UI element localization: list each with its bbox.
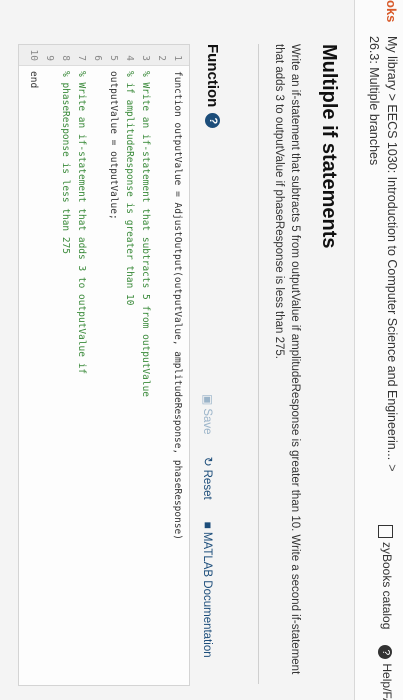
reset-button[interactable]: ↻ Reset [201,457,215,500]
chevron-right-icon[interactable]: > [385,464,399,471]
code-line[interactable]: 6 [89,45,103,685]
brand-logo[interactable]: oks [384,0,399,22]
book-icon [378,525,394,538]
line-number: 3 [140,55,151,61]
matlab-documentation-link[interactable]: ■ MATLAB Documentation [201,522,215,658]
problem-description: Write an if-statement that subtracts 5 f… [273,44,301,675]
line-number: 4 [124,55,135,61]
top-navigation-bar: oks My library > EECS 1030: Introduction… [354,0,403,700]
save-icon: ▣ [201,394,215,406]
catalog-link[interactable]: zyBooks catalog [378,525,394,630]
breadcrumb[interactable]: My library > EECS 1030: Introduction to … [385,36,399,472]
screenshot-viewport: oks My library > EECS 1030: Introduction… [0,0,403,700]
line-number: 5 [108,55,119,61]
save-label: Save [201,408,213,435]
code-text[interactable]: function outputValue = AdjustOutput(outp… [172,71,183,540]
breadcrumb-text[interactable]: My library > EECS 1030: Introduction to … [385,36,399,460]
main-content: Multiple if statements Write an if-state… [0,44,355,700]
section-title: 26.3: Multiple branches [367,36,381,166]
line-number: 10 [28,49,39,61]
function-label: Function [204,44,221,108]
matlab-icon: ■ [201,521,215,529]
catalog-label: zyBooks catalog [379,542,394,630]
save-button[interactable]: ▣ Save [201,394,215,435]
code-comment[interactable]: % phaseResponse is less than 275 [60,71,71,254]
editor-toolbar: ▣ Save ↻ Reset ■ MATLAB Documentation [201,394,215,658]
code-line[interactable]: 2 [153,45,167,685]
line-number: 1 [172,55,183,61]
code-line[interactable]: 10 end [25,45,39,685]
help-label: Help/FAQ [380,663,394,700]
code-line[interactable]: 1 function outputValue = AdjustOutput(out… [169,45,183,685]
question-icon: ? [378,645,392,660]
code-line[interactable]: 4 % if amplitudeResponse is greater than … [121,45,135,685]
line-number: 6 [92,55,103,61]
reset-icon: ↻ [201,456,215,467]
help-icon[interactable]: ? [205,113,220,129]
code-line[interactable]: 8 % phaseResponse is less than 275 [57,45,71,685]
line-number: 2 [156,55,167,61]
function-heading: Function ? [204,44,221,129]
code-text[interactable]: outputValue = outputValue; [108,71,119,220]
code-line[interactable]: 9 [41,45,55,685]
line-number: 7 [76,55,87,61]
page-title: Multiple if statements [318,44,340,249]
doc-label: MATLAB Documentation [201,531,213,658]
zybooks-page: oks My library > EECS 1030: Introduction… [0,0,403,700]
code-comment[interactable]: % Write an if-statement that subtracts 5… [140,71,151,397]
code-line[interactable]: 5 outputValue = outputValue; [105,45,119,685]
line-number: 8 [60,55,71,61]
line-number: 9 [44,55,55,61]
top-nav-links: zyBooks catalog ? Help/FAQ [378,525,394,700]
code-text[interactable]: end [28,71,39,88]
divider [258,44,259,684]
code-editor[interactable]: 1 function outputValue = AdjustOutput(out… [18,44,190,686]
help-link[interactable]: ? Help/FAQ [378,645,394,700]
code-line[interactable]: 3 % Write an if-statement that subtracts … [137,45,151,685]
code-comment[interactable]: % if amplitudeResponse is greater than 1… [124,71,135,306]
reset-label: Reset [201,469,213,500]
code-comment[interactable]: % Write an if-statement that adds 3 to o… [76,71,87,374]
code-line[interactable]: 7 % Write an if-statement that adds 3 to … [73,45,87,685]
